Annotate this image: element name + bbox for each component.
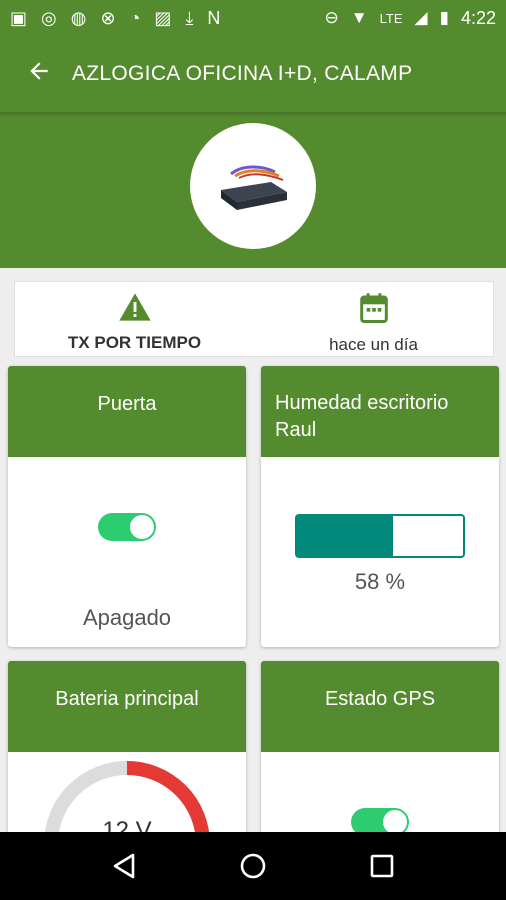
battery-icon: ▮: [439, 8, 449, 27]
signal-icon: ◢: [414, 8, 428, 27]
card-bateria[interactable]: Bateria principal 12 V: [8, 661, 246, 861]
home-nav-icon[interactable]: [233, 846, 273, 886]
instagram-icon: ◎: [41, 8, 57, 28]
dnd-icon: ⊖: [324, 8, 339, 27]
card-humedad[interactable]: Humedad escritorio Raul 58 %: [261, 366, 499, 647]
n-icon: N: [207, 8, 221, 28]
info-strip: TX POR TIEMPO hace un día: [14, 281, 494, 357]
whatsapp-icon: ◔: [129, 8, 141, 28]
humidity-progress-bar: [295, 514, 465, 558]
back-nav-icon[interactable]: [104, 846, 144, 886]
messenger-icon: ◍: [70, 8, 87, 28]
status-bar: ▣ ◎ ◍ ⊗ ◔ ▨ ⤓ N ⊖ ▼ LTE ◢ ▮ 4:22: [0, 0, 506, 36]
tx-mode-cell: TX POR TIEMPO: [15, 282, 254, 356]
humidity-value: 58 %: [354, 569, 406, 594]
xbox-icon: ⊗: [100, 8, 116, 28]
recents-nav-icon[interactable]: [362, 846, 402, 886]
last-update-cell: hace un día: [254, 282, 493, 356]
tx-mode-label: TX POR TIEMPO: [67, 333, 202, 352]
calendar-icon: [359, 292, 389, 329]
door-state: Apagado: [82, 605, 172, 630]
wifi-icon: ▼: [350, 8, 368, 27]
card-title: Puerta: [8, 366, 246, 457]
gps-device-image: [221, 165, 287, 210]
card-puerta[interactable]: Puerta Apagado: [8, 366, 246, 647]
last-update-label: hace un día: [329, 335, 418, 354]
card-title: Humedad escritorio Raul: [261, 366, 499, 457]
chat-icon: ▣: [10, 8, 28, 28]
card-title: Estado GPS: [261, 661, 499, 752]
back-arrow-icon[interactable]: [26, 58, 52, 90]
door-toggle[interactable]: [98, 513, 156, 541]
page-title: AZLOGICA OFICINA I+D, CALAMP: [72, 62, 413, 85]
card-gps[interactable]: Estado GPS: [261, 661, 499, 861]
warning-icon: [117, 292, 153, 327]
card-title: Bateria principal: [8, 661, 246, 752]
clock: 4:22: [460, 7, 496, 28]
humidity-progress-fill: [297, 516, 394, 556]
device-avatar[interactable]: [190, 123, 316, 249]
download-icon: ⤓: [185, 8, 194, 28]
image-icon: ▨: [154, 8, 172, 28]
app-bar: AZLOGICA OFICINA I+D, CALAMP: [0, 36, 506, 112]
navigation-bar: [0, 832, 506, 900]
notification-icons: ▣ ◎ ◍ ⊗ ◔ ▨ ⤓ N: [10, 9, 220, 27]
network-type: LTE: [379, 10, 403, 26]
